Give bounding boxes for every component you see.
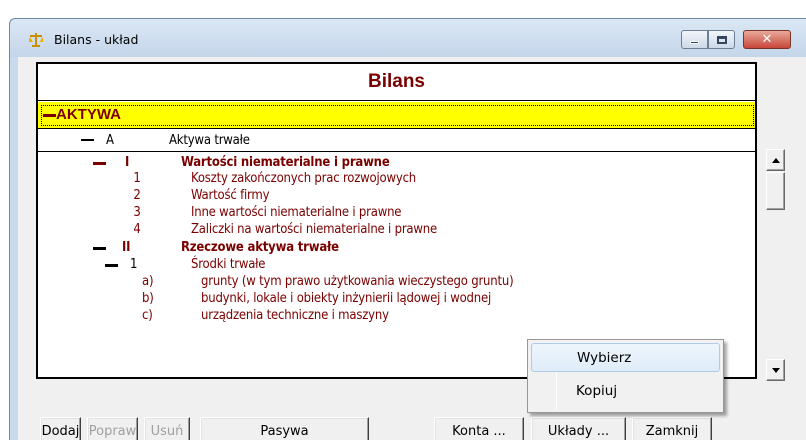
accounts-button-label: Konta ... xyxy=(452,424,506,439)
collapse-icon[interactable] xyxy=(105,264,118,267)
tree-label: Wartości niematerialne i prawne xyxy=(181,155,390,170)
tree-label: budynki, lokale i obiekty inżynierii ląd… xyxy=(201,291,492,306)
tree-code: I xyxy=(125,155,130,170)
tree-code: A xyxy=(106,133,114,148)
menu-item-wybierz[interactable]: Wybierz xyxy=(531,343,720,372)
tree-code: c) xyxy=(142,308,153,323)
delete-button[interactable]: Usuń xyxy=(144,417,190,440)
tree-label: Środki trwałe xyxy=(191,257,266,272)
liabilities-button-label: Pasywa xyxy=(260,424,309,439)
tree-label: Zaliczki na wartości niematerialne i pra… xyxy=(191,222,437,237)
tree-label-aktywa: AKTYWA xyxy=(56,106,121,123)
tree-label: Koszty zakończonych prac rozwojowych xyxy=(191,171,417,186)
minimize-icon xyxy=(690,41,699,44)
collapse-icon[interactable] xyxy=(81,139,94,141)
tree-code: 1 xyxy=(133,171,141,186)
scroll-thumb[interactable] xyxy=(766,172,785,210)
tree-code: 3 xyxy=(133,205,141,220)
liabilities-button[interactable]: Pasywa xyxy=(200,417,369,440)
tree-code: 2 xyxy=(133,188,141,203)
layouts-button[interactable]: Układy ... xyxy=(531,417,626,440)
layouts-button-label: Układy ... xyxy=(547,424,610,439)
menu-item-label: Kopiuj xyxy=(576,383,618,399)
minimize-button[interactable] xyxy=(681,30,708,49)
panel-title: Bilans xyxy=(38,64,755,101)
tree-code: b) xyxy=(142,291,154,306)
add-button[interactable]: Dodaj xyxy=(40,417,81,440)
title-bar[interactable]: Bilans - układ ✕ xyxy=(10,19,806,57)
edit-button-label: Popraw xyxy=(88,424,137,439)
tree-label: Inne wartości niematerialne i prawne xyxy=(191,205,402,220)
close-window-button[interactable]: Zamknij xyxy=(632,417,712,440)
tree-label: Rzeczowe aktywa trwałe xyxy=(181,240,339,255)
menu-item-kopiuj[interactable]: Kopiuj xyxy=(531,377,720,406)
edit-button[interactable]: Popraw xyxy=(87,417,138,440)
tree-code: II xyxy=(122,240,131,255)
tree-code: a) xyxy=(142,274,154,289)
close-button[interactable]: ✕ xyxy=(743,30,791,49)
arrow-up-icon xyxy=(771,157,780,163)
accounts-button[interactable]: Konta ... xyxy=(434,417,524,440)
tree-label: Wartość firmy xyxy=(191,188,270,203)
maximize-button[interactable] xyxy=(708,30,735,49)
tree-code: 1 xyxy=(130,257,138,272)
tree-row-aktywa[interactable]: AKTYWA xyxy=(38,102,755,129)
focus-outline xyxy=(41,105,754,126)
delete-button-label: Usuń xyxy=(150,424,184,439)
menu-item-label: Wybierz xyxy=(577,350,632,366)
collapse-icon[interactable] xyxy=(93,247,106,250)
balance-tree-panel: Bilans AKTYWA A Aktywa trwałe I Wartości… xyxy=(36,62,757,379)
vertical-scrollbar[interactable] xyxy=(766,145,785,381)
balance-scale-icon xyxy=(29,33,43,47)
close-icon: ✕ xyxy=(761,32,773,47)
window-title: Bilans - układ xyxy=(54,32,139,47)
arrow-down-icon xyxy=(771,367,780,373)
tree-code: 4 xyxy=(133,222,141,237)
tree-label: grunty (w tym prawo użytkowania wieczyst… xyxy=(201,274,514,289)
tree-row-a[interactable]: A Aktywa trwałe xyxy=(38,130,755,152)
scroll-up-button[interactable] xyxy=(766,149,785,171)
layouts-popup-menu: Wybierz Kopiuj xyxy=(527,339,724,413)
tree-label: urządzenia techniczne i maszyny xyxy=(201,308,389,323)
scroll-down-button[interactable] xyxy=(766,359,785,381)
tree-label: Aktywa trwałe xyxy=(169,133,250,148)
maximize-icon xyxy=(716,35,727,44)
collapse-icon[interactable] xyxy=(93,162,106,165)
add-button-label: Dodaj xyxy=(41,424,80,439)
collapse-icon[interactable] xyxy=(43,114,56,117)
close-window-button-label: Zamknij xyxy=(645,424,699,439)
